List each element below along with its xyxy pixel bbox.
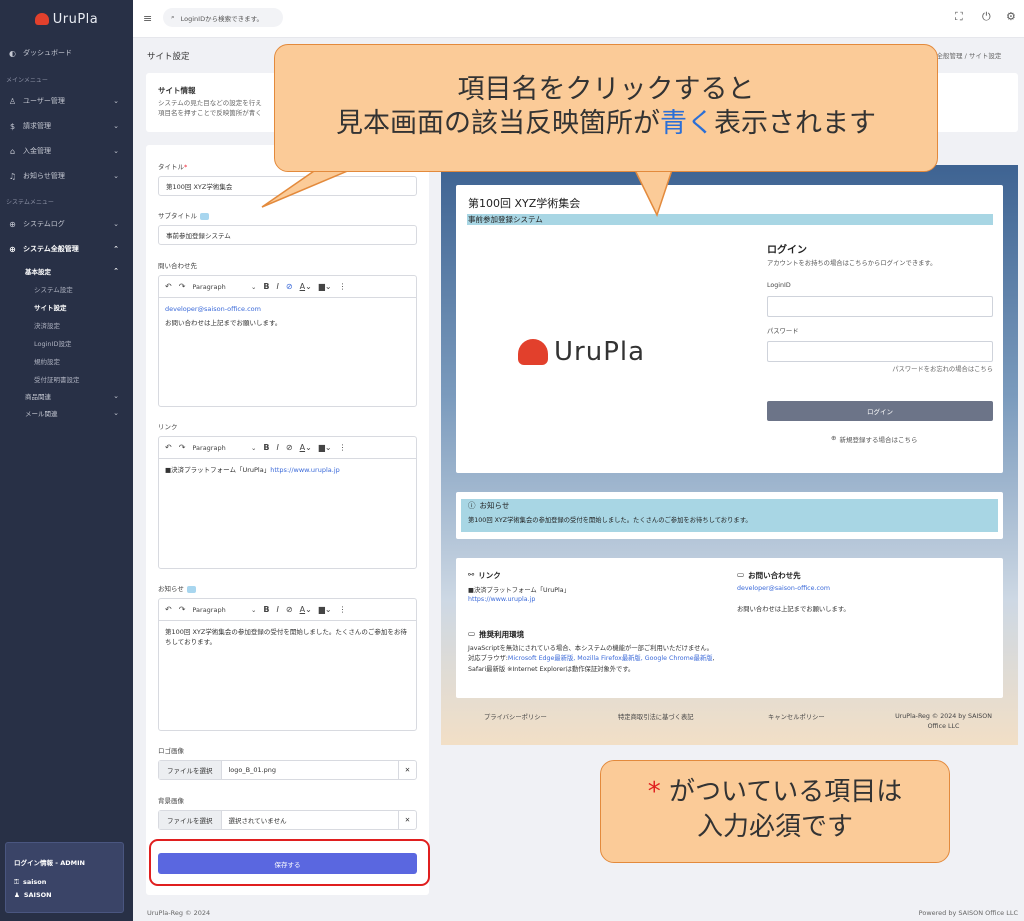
footer-copyright: UruPla-Reg © 2024 (147, 909, 211, 917)
callout-bottom-line1-text: がついている項目は (669, 777, 903, 807)
callout-pointer-right (633, 169, 674, 217)
callout-top-line2-a: 見本画面の該当反映箇所が (336, 107, 660, 139)
callout-top-line2: 見本画面の該当反映箇所が青く表示されます (275, 107, 937, 141)
callout-bottom-line1: * がついている項目は (601, 775, 949, 810)
callout-bottom: * がついている項目は 入力必須です (600, 760, 950, 863)
callout-bottom-line2: 入力必須です (696, 812, 853, 843)
page-footer: UruPla-Reg © 2024 Powered by SAISON Offi… (133, 903, 1024, 921)
required-star-icon: * (647, 777, 661, 807)
callout-top-line2-blue: 青く (660, 107, 714, 139)
footer-powered-by: Powered by SAISON Office LLC (918, 909, 1018, 917)
callout-top-line1: 項目名をクリックすると (457, 74, 755, 105)
callout-top: 項目名をクリックすると 見本画面の該当反映箇所が青く表示されます (274, 44, 938, 172)
callout-top-line2-b: 表示されます (714, 107, 876, 139)
